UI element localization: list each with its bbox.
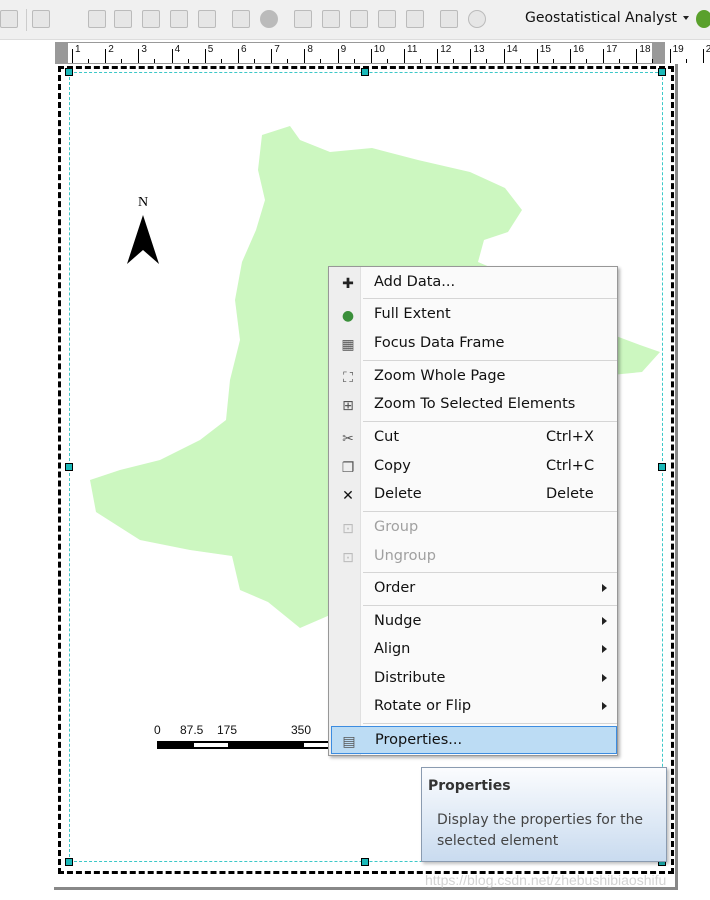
menu-item-shortcut: Ctrl+X xyxy=(546,429,594,445)
menu-item-add-data[interactable]: ✚ Add Data... xyxy=(331,269,617,297)
menu-separator xyxy=(363,421,617,422)
menu-item-full-extent[interactable]: ● Full Extent xyxy=(331,301,617,329)
menu-item-label: Zoom To Selected Elements xyxy=(374,396,576,412)
menu-item-label: Delete xyxy=(374,486,422,502)
selection-handle[interactable] xyxy=(65,68,73,76)
menu-item-label: Full Extent xyxy=(374,306,451,322)
menu-item-label: Distribute xyxy=(374,670,446,686)
submenu-arrow-icon xyxy=(602,645,607,653)
menu-item-label: Copy xyxy=(374,458,411,474)
menu-separator xyxy=(363,360,617,361)
menu-item-copy[interactable]: ❐ Copy Ctrl+C xyxy=(331,453,617,481)
menu-item-zoom-whole-page[interactable]: ⛶ Zoom Whole Page xyxy=(331,363,617,391)
copy-icon: ❐ xyxy=(341,460,355,476)
menu-item-label: Order xyxy=(374,580,416,596)
menu-item-shortcut: Delete xyxy=(546,486,594,502)
selection-handle[interactable] xyxy=(361,858,369,866)
tooltip-title: Properties xyxy=(428,778,511,794)
menu-separator xyxy=(363,723,617,724)
submenu-arrow-icon xyxy=(602,584,607,592)
zoom-page-icon: ⛶ xyxy=(343,370,353,386)
selection-handle[interactable] xyxy=(65,858,73,866)
delete-icon: ✕ xyxy=(342,488,354,504)
menu-item-ungroup: ⊡ Ungroup xyxy=(331,543,617,571)
watermark: https://blog.csdn.net/zhebushibiaoshifu xyxy=(425,872,667,888)
menu-item-label: Focus Data Frame xyxy=(374,335,505,351)
menu-item-label: Cut xyxy=(374,429,399,445)
menu-item-zoom-to-selected-elements[interactable]: ⊞ Zoom To Selected Elements xyxy=(331,391,617,419)
menu-item-focus-data-frame[interactable]: ▦ Focus Data Frame xyxy=(331,330,617,358)
menu-item-nudge[interactable]: Nudge xyxy=(331,608,617,636)
menu-item-group: ⊡ Group xyxy=(331,514,617,542)
selection-handle[interactable] xyxy=(361,68,369,76)
properties-icon: ▤ xyxy=(342,734,356,750)
menu-item-label: Align xyxy=(374,641,411,657)
menu-separator xyxy=(363,572,617,573)
scissors-icon: ✂ xyxy=(342,431,354,447)
menu-item-shortcut: Ctrl+C xyxy=(546,458,595,474)
menu-item-label: Nudge xyxy=(374,613,422,629)
menu-item-label: Add Data... xyxy=(374,274,456,290)
menu-item-order[interactable]: Order xyxy=(331,575,617,603)
submenu-arrow-icon xyxy=(602,674,607,682)
menu-separator xyxy=(363,511,617,512)
menu-separator xyxy=(363,298,617,299)
context-menu: ✚ Add Data... ● Full Extent ▦ Focus Data Fram… xyxy=(328,266,618,756)
globe-icon: ● xyxy=(341,308,355,324)
focus-frame-icon: ▦ xyxy=(341,337,355,353)
menu-separator xyxy=(363,605,617,606)
submenu-arrow-icon xyxy=(602,702,607,710)
menu-item-align[interactable]: Align xyxy=(331,636,617,664)
selection-handle[interactable] xyxy=(658,463,666,471)
menu-item-properties[interactable]: ▤ Properties... xyxy=(331,726,617,754)
menu-item-label: Properties... xyxy=(375,732,463,748)
menu-item-label: Zoom Whole Page xyxy=(374,368,506,384)
ungroup-icon: ⊡ xyxy=(342,550,354,566)
menu-item-label: Group xyxy=(374,519,419,535)
menu-item-label: Rotate or Flip xyxy=(374,698,472,714)
zoom-selected-icon: ⊞ xyxy=(342,398,354,414)
group-icon: ⊡ xyxy=(342,521,354,537)
menu-item-rotate-or-flip[interactable]: Rotate or Flip xyxy=(331,693,617,721)
tooltip: Properties Display the properties for th… xyxy=(421,767,667,862)
menu-item-label: Ungroup xyxy=(374,548,436,564)
menu-item-delete[interactable]: ✕ Delete Delete xyxy=(331,481,617,509)
selection-handle[interactable] xyxy=(658,68,666,76)
add-data-icon: ✚ xyxy=(342,276,354,292)
menu-item-distribute[interactable]: Distribute xyxy=(331,665,617,693)
menu-item-cut[interactable]: ✂ Cut Ctrl+X xyxy=(331,424,617,452)
selection-handle[interactable] xyxy=(65,463,73,471)
tooltip-description: Display the properties for the selected … xyxy=(437,812,644,849)
submenu-arrow-icon xyxy=(602,617,607,625)
